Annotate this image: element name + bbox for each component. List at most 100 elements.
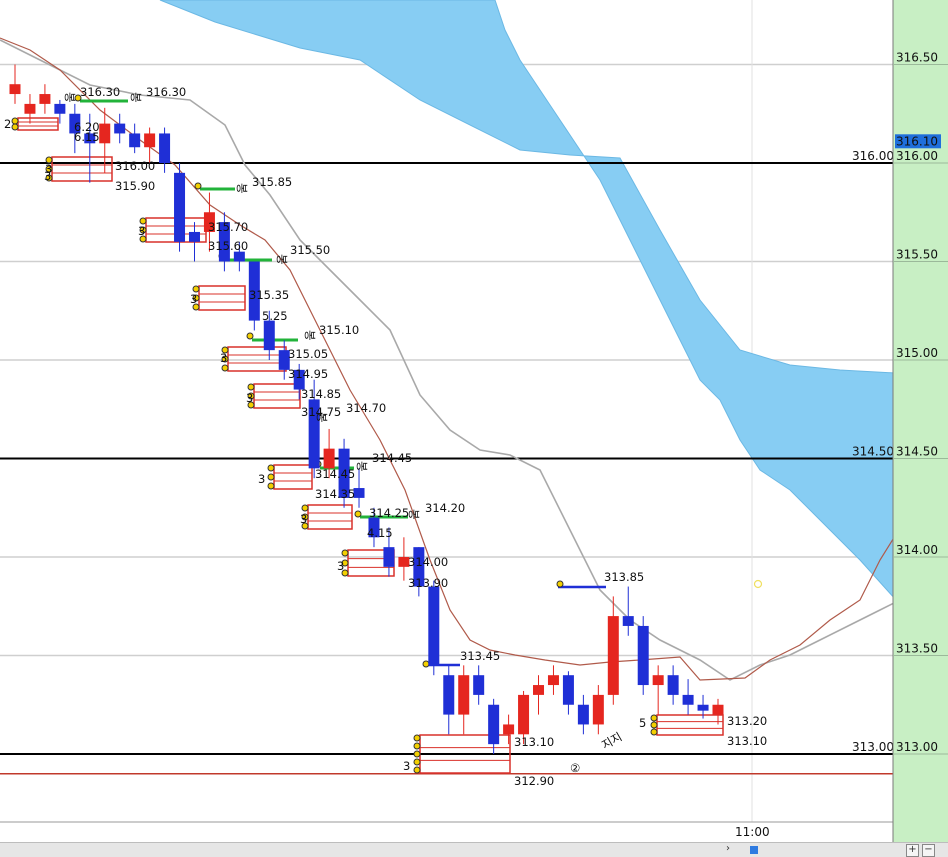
- candle: [592, 685, 604, 735]
- price-annotation: 315.85: [252, 175, 292, 189]
- price-tick-label: 314.00: [896, 543, 938, 557]
- zoom-out-button[interactable]: −: [922, 844, 935, 857]
- bar-glyph: 봉: [63, 92, 77, 103]
- volume-box-outline: [227, 346, 287, 372]
- price-annotation: 313.45: [460, 649, 500, 663]
- marker-dot: [341, 549, 349, 557]
- candle: [533, 675, 545, 715]
- marker-count-label: 3: [190, 292, 197, 306]
- volume-box-outline: [17, 117, 59, 131]
- candle: [114, 113, 126, 144]
- candle-body: [577, 704, 589, 725]
- candle-body: [9, 84, 21, 95]
- candle: [712, 698, 724, 725]
- candle: [54, 99, 66, 124]
- candle: [682, 679, 694, 715]
- scroll-right-arrow-icon[interactable]: ›: [726, 843, 730, 854]
- candle-body: [547, 675, 559, 686]
- bar-glyph: 봉: [275, 254, 289, 265]
- candle-body: [697, 704, 709, 711]
- marker-dot: [221, 364, 229, 372]
- candle-body: [667, 675, 679, 695]
- candle-body: [518, 694, 530, 735]
- candle: [637, 616, 649, 695]
- price-annotation: 314.45: [315, 467, 355, 481]
- moving-average-lines: [0, 37, 936, 681]
- faint-marker-dot: [753, 579, 763, 589]
- marker-dot: [413, 750, 421, 758]
- marker-dot: [413, 758, 421, 766]
- candle-body: [443, 675, 455, 715]
- marker-dot: [11, 123, 19, 131]
- marker-count-label: 3: [138, 224, 145, 238]
- price-annotation: 313.20: [727, 714, 767, 728]
- candle-body: [174, 172, 186, 242]
- handwritten-note: 지지: [599, 730, 624, 753]
- price-annotation: 315.10: [319, 323, 359, 337]
- price-annotation: 314.85: [301, 387, 341, 401]
- bar-glyph: 봉: [355, 461, 369, 472]
- marker-dot: [354, 510, 362, 518]
- price-tick-label: 314.50: [896, 445, 938, 459]
- candle: [428, 580, 440, 676]
- candle-body: [682, 694, 694, 705]
- horizontal-scrollbar[interactable]: › + −: [0, 842, 948, 857]
- marker-dot: [413, 742, 421, 750]
- candle: [39, 84, 51, 114]
- marker-count-label: 3: [403, 759, 410, 773]
- bar-glyph: 봉: [315, 412, 329, 423]
- candle-body: [188, 231, 200, 242]
- candle: [547, 665, 559, 695]
- marker-dot: [422, 660, 430, 668]
- volume-box: [267, 464, 313, 490]
- candle-body: [562, 675, 574, 705]
- candle-body: [159, 133, 171, 163]
- marker-dot: [246, 332, 254, 340]
- bar-glyph: 봉: [129, 92, 143, 103]
- volume-box: [11, 117, 59, 131]
- marker-count-label: 3: [337, 559, 344, 573]
- price-annotation: 315.90: [115, 179, 155, 193]
- price-annotation: 314.25: [369, 506, 409, 520]
- candle: [607, 596, 619, 705]
- circled-marker: ②: [570, 761, 580, 775]
- marker-dot: [267, 482, 275, 490]
- volume-box-outline: [51, 156, 113, 182]
- marker-dot: [11, 117, 19, 125]
- price-annotation: 315.05: [288, 347, 328, 361]
- price-annotation: 5.25: [262, 309, 288, 323]
- scroll-thumb[interactable]: [750, 846, 758, 854]
- marker-count-label: 3: [300, 512, 307, 526]
- candle: [458, 665, 470, 735]
- fast-ma-line: [0, 37, 936, 681]
- zoom-in-button[interactable]: +: [906, 844, 919, 857]
- price-annotation: 315.50: [290, 243, 330, 257]
- candle-body: [24, 103, 36, 114]
- volume-box: [192, 285, 246, 311]
- price-annotation: 313.90: [408, 576, 448, 590]
- ichimoku-cloud: [159, 0, 948, 611]
- price-tick-label: 313.50: [896, 642, 938, 656]
- candle: [488, 698, 500, 754]
- price-annotation: 314.35: [315, 487, 355, 501]
- marker-count-label: 3: [44, 169, 51, 183]
- price-line-label: 316.00: [852, 149, 894, 163]
- price-tick-label: 313.00: [896, 740, 938, 754]
- candle: [9, 64, 21, 104]
- annotation-boxes: [11, 94, 763, 774]
- marker-dot: [194, 182, 202, 190]
- candle-body: [473, 675, 485, 695]
- volume-box: [221, 346, 287, 372]
- volume-box: [650, 714, 724, 736]
- candle: [144, 127, 156, 163]
- price-annotation: 314.70: [346, 401, 386, 415]
- candle-body: [144, 133, 156, 148]
- marker-dot: [413, 734, 421, 742]
- price-annotation: 314.45: [372, 451, 412, 465]
- marker-count-label: 3: [220, 351, 227, 365]
- price-tick-label: 316.00: [896, 149, 938, 163]
- candle-body: [637, 625, 649, 686]
- candle-body: [533, 685, 545, 695]
- marker-count-label: 3: [258, 472, 265, 486]
- volume-box: [301, 504, 353, 530]
